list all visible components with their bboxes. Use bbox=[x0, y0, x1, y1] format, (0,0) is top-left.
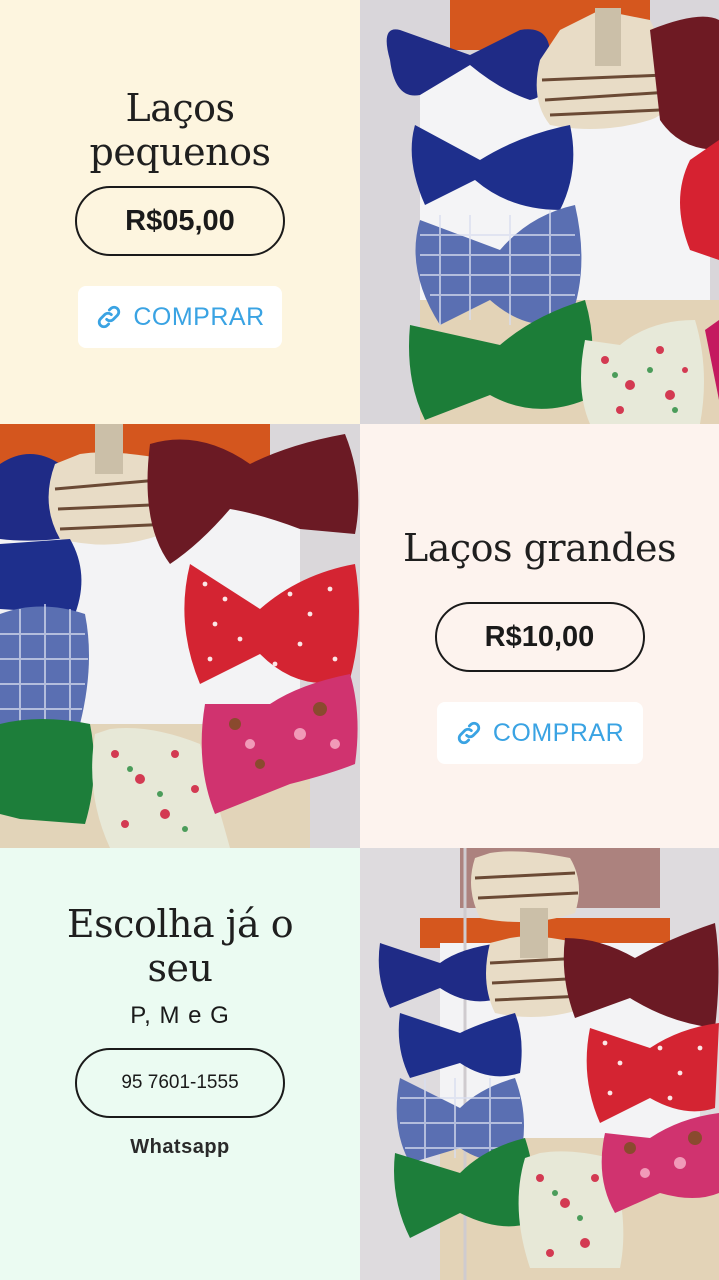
link-icon bbox=[455, 719, 483, 747]
choose-title-line1: Escolha já o bbox=[66, 902, 294, 946]
choose-title: Escolha já o seu bbox=[66, 902, 294, 990]
small-bows-buy-button[interactable]: COMPRAR bbox=[78, 286, 282, 348]
small-bows-title: Laços pequenos bbox=[90, 86, 271, 174]
phone-number-text: 95 7601-1555 bbox=[121, 1072, 239, 1093]
sizes-text: P, M e G bbox=[130, 1002, 230, 1029]
small-bows-price: R$05,00 bbox=[75, 186, 285, 256]
choose-panel: Escolha já o seu P, M e G 95 7601-1555 W… bbox=[0, 848, 360, 1280]
large-bows-title-text: Laços grandes bbox=[402, 526, 677, 570]
whatsapp-label: Whatsapp bbox=[130, 1136, 230, 1158]
bows-photo-3 bbox=[360, 848, 719, 1280]
phone-number[interactable]: 95 7601-1555 bbox=[75, 1048, 285, 1118]
small-bows-title-line2: pequenos bbox=[89, 130, 271, 174]
bows-photo-2 bbox=[0, 424, 360, 848]
large-bows-buy-button[interactable]: COMPRAR bbox=[436, 702, 643, 764]
small-bows-panel: Laços pequenos R$05,00 COMPRAR bbox=[0, 0, 360, 424]
large-bows-buy-label: COMPRAR bbox=[492, 718, 625, 747]
large-bows-price-text: R$10,00 bbox=[484, 620, 595, 653]
large-bows-panel: Laços grandes R$10,00 COMPRAR bbox=[360, 424, 719, 848]
small-bows-title-line1: Laços bbox=[125, 86, 235, 130]
large-bows-price: R$10,00 bbox=[434, 602, 645, 672]
choose-title-line2: seu bbox=[147, 946, 213, 990]
large-bows-title: Laços grandes bbox=[402, 526, 677, 570]
bows-photo-1 bbox=[360, 0, 719, 424]
small-bows-buy-label: COMPRAR bbox=[133, 302, 265, 331]
link-icon bbox=[95, 303, 123, 331]
small-bows-price-text: R$05,00 bbox=[125, 204, 235, 237]
